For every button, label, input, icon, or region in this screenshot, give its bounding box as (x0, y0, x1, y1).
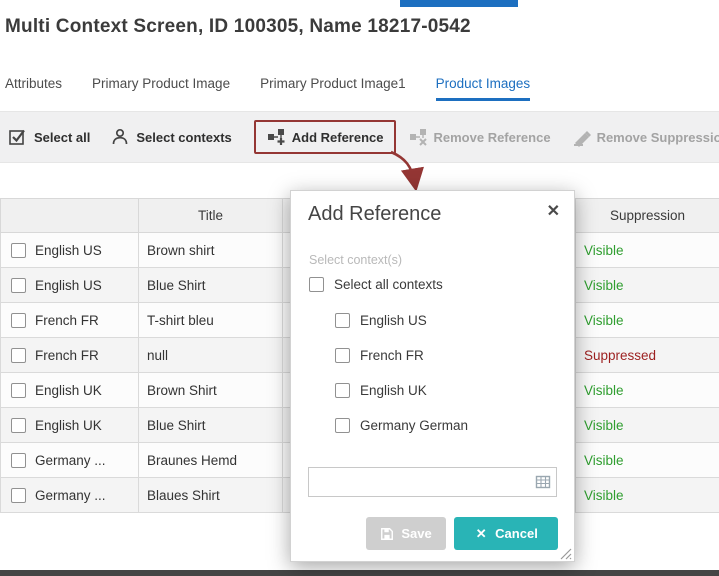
add-reference-dialog: Add Reference ✕ Select context(s) Select… (290, 190, 575, 562)
row-suppression: Visible (576, 268, 719, 303)
tab-bar: Attributes Primary Product Image Primary… (0, 76, 719, 101)
context-option-germany-german[interactable]: Germany German (335, 418, 468, 433)
row-suppression: Visible (576, 233, 719, 268)
select-all-contexts-label: Select all contexts (334, 277, 443, 292)
context-checkbox[interactable] (335, 313, 350, 328)
save-icon (380, 527, 394, 541)
close-icon[interactable]: ✕ (547, 201, 560, 221)
tab-product-images[interactable]: Product Images (436, 76, 531, 101)
row-context: English US (35, 278, 102, 293)
row-title: Brown shirt (139, 233, 283, 268)
context-label: English UK (360, 383, 427, 398)
row-title: T-shirt bleu (139, 303, 283, 338)
row-checkbox[interactable] (11, 278, 26, 293)
remove-suppression-icon (571, 127, 591, 147)
cancel-button[interactable]: ✕ Cancel (454, 517, 558, 550)
row-context: English UK (35, 383, 102, 398)
context-label: French FR (360, 348, 424, 363)
person-icon (110, 127, 130, 147)
row-context: French FR (35, 313, 99, 328)
cancel-button-label: Cancel (495, 526, 538, 541)
select-all-button[interactable]: Select all (8, 127, 90, 147)
select-all-contexts-option[interactable]: Select all contexts (309, 277, 443, 292)
row-checkbox[interactable] (11, 453, 26, 468)
select-contexts-hint: Select context(s) (309, 253, 402, 267)
tab-attributes[interactable]: Attributes (5, 76, 62, 101)
context-label: Germany German (360, 418, 468, 433)
row-suppression: Visible (576, 408, 719, 443)
row-suppression: Visible (576, 303, 719, 338)
row-suppression: Visible (576, 478, 719, 513)
top-tab-indicator (400, 0, 518, 7)
row-checkbox[interactable] (11, 488, 26, 503)
save-button[interactable]: Save (366, 517, 446, 550)
row-suppression: Suppressed (576, 338, 719, 373)
multi-context-screen: Multi Context Screen, ID 100305, Name 18… (0, 0, 719, 576)
context-option-english-uk[interactable]: English UK (335, 383, 427, 398)
suppression-column-header: Suppression (576, 199, 719, 233)
toolbar: Select all Select contexts Add Reference… (0, 111, 719, 163)
row-title: null (139, 338, 283, 373)
context-label: English US (360, 313, 427, 328)
select-all-checkbox-icon (8, 127, 28, 147)
add-reference-label: Add Reference (292, 130, 384, 145)
context-checkbox[interactable] (335, 383, 350, 398)
resize-handle-icon[interactable] (560, 547, 572, 559)
reference-input-wrap (308, 467, 557, 497)
row-suppression: Visible (576, 443, 719, 478)
annotation-arrow-icon (383, 150, 435, 194)
reference-input[interactable] (308, 467, 557, 497)
select-contexts-button[interactable]: Select contexts (110, 127, 231, 147)
select-all-contexts-checkbox[interactable] (309, 277, 324, 292)
dialog-title: Add Reference (308, 203, 441, 226)
add-reference-icon (266, 127, 286, 147)
remove-suppression-button[interactable]: Remove Suppression (571, 127, 719, 147)
row-title: Blue Shirt (139, 408, 283, 443)
row-title: Braunes Hemd (139, 443, 283, 478)
row-title: Blue Shirt (139, 268, 283, 303)
remove-reference-button[interactable]: Remove Reference (408, 127, 551, 147)
row-checkbox[interactable] (11, 348, 26, 363)
save-button-label: Save (401, 526, 431, 541)
context-column-header (1, 199, 139, 233)
row-context: English US (35, 243, 102, 258)
remove-reference-label: Remove Reference (434, 130, 551, 145)
row-title: Brown Shirt (139, 373, 283, 408)
row-context: Germany ... (35, 453, 106, 468)
cancel-x-icon: ✕ (474, 527, 488, 541)
dialog-buttons: Save ✕ Cancel (366, 517, 558, 550)
row-checkbox[interactable] (11, 418, 26, 433)
tab-primary-product-image[interactable]: Primary Product Image (92, 76, 230, 101)
select-contexts-label: Select contexts (136, 130, 231, 145)
context-checkbox[interactable] (335, 418, 350, 433)
row-checkbox[interactable] (11, 383, 26, 398)
row-checkbox[interactable] (11, 313, 26, 328)
bottom-window-edge (0, 570, 719, 576)
title-column-header: Title (139, 199, 283, 233)
context-option-english-us[interactable]: English US (335, 313, 427, 328)
row-checkbox[interactable] (11, 243, 26, 258)
select-all-label: Select all (34, 130, 90, 145)
remove-reference-icon (408, 127, 428, 147)
row-suppression: Visible (576, 373, 719, 408)
row-context: French FR (35, 348, 99, 363)
row-context: English UK (35, 418, 102, 433)
tab-primary-product-image1[interactable]: Primary Product Image1 (260, 76, 406, 101)
context-checkbox[interactable] (335, 348, 350, 363)
page-title: Multi Context Screen, ID 100305, Name 18… (5, 16, 471, 38)
picker-grid-icon[interactable] (535, 474, 551, 490)
add-reference-highlight-box: Add Reference (254, 120, 396, 154)
row-context: Germany ... (35, 488, 106, 503)
context-option-french-fr[interactable]: French FR (335, 348, 424, 363)
remove-suppression-label: Remove Suppression (597, 130, 719, 145)
row-title: Blaues Shirt (139, 478, 283, 513)
add-reference-button[interactable]: Add Reference (266, 127, 384, 147)
